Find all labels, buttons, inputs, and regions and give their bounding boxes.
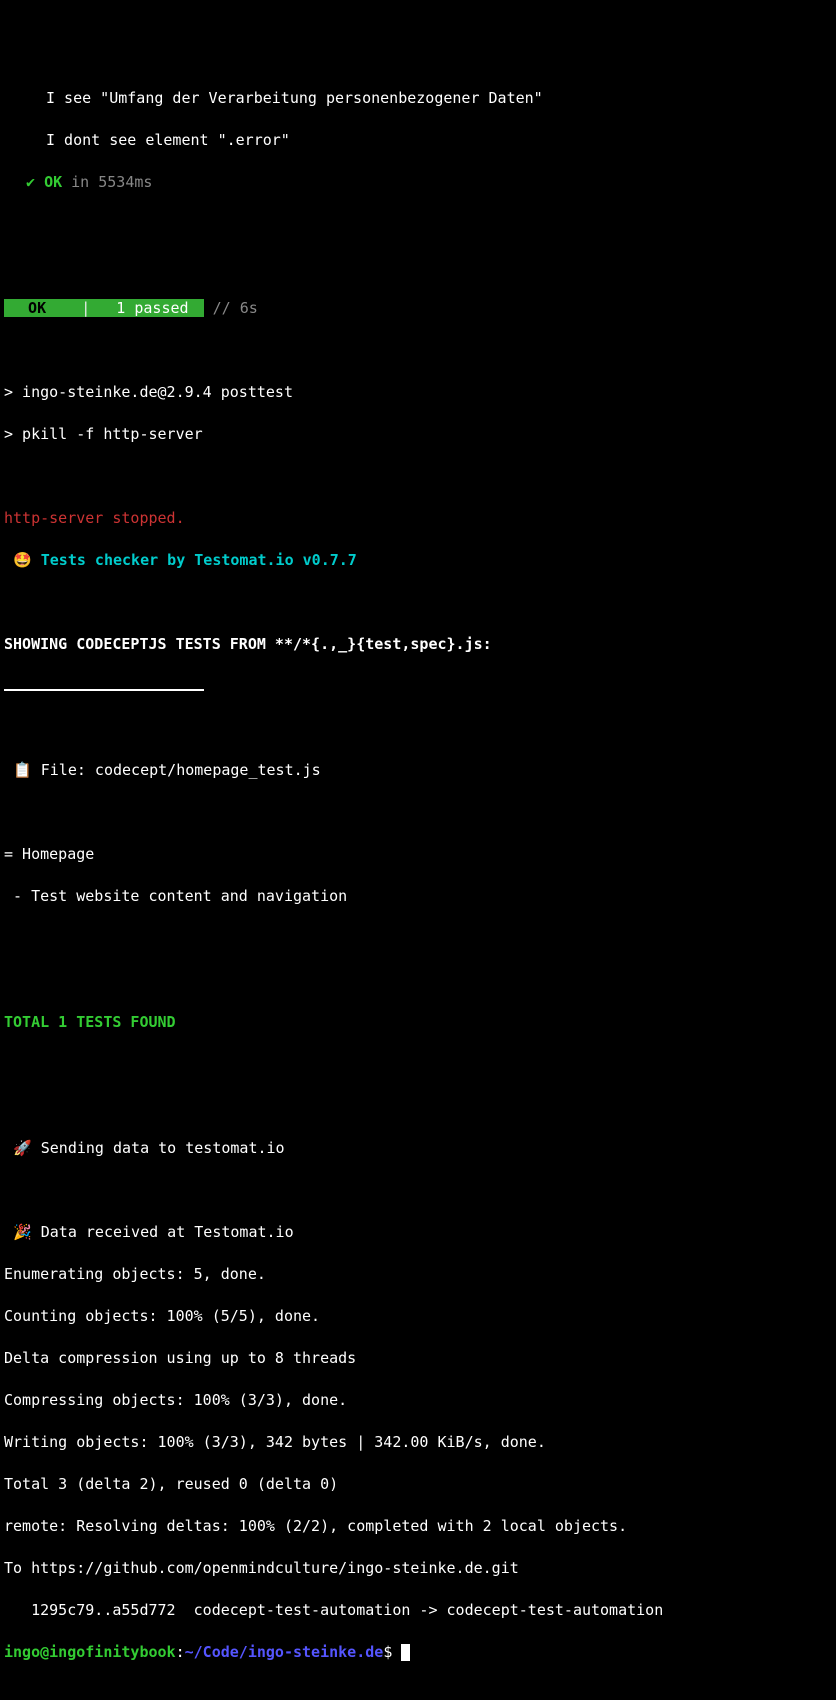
blank-line [4,592,832,613]
summary-separator: | [70,299,101,317]
http-stopped-line: http-server stopped. [4,508,832,529]
suite-test: - Test website content and navigation [4,886,832,907]
git-output-line: Total 3 (delta 2), reused 0 (delta 0) [4,1474,832,1495]
test-result-line: ✔ OK in 5534ms [4,172,832,193]
blank-line [4,1096,832,1117]
check-icon: ✔ [26,173,44,191]
sending-line: 🚀 Sending data to testomat.io [4,1138,832,1159]
rocket-icon: 🚀 [13,1139,32,1157]
blank-line [4,1180,832,1201]
prompt-path: ~/Code/ingo-steinke.de [185,1643,384,1661]
git-output-line: remote: Resolving deltas: 100% (2/2), co… [4,1516,832,1537]
tada-icon: 🎉 [13,1223,32,1241]
git-output-line: Writing objects: 100% (3/3), 342 bytes |… [4,1432,832,1453]
clipboard-icon: 📋 [13,761,32,779]
prompt-colon: : [176,1643,185,1661]
timing-text: in 5534ms [62,173,152,191]
total-tests-line: TOTAL 1 TESTS FOUND [4,1012,832,1033]
ok-badge: OK [4,299,70,317]
git-output-line: Delta compression using up to 8 threads [4,1348,832,1369]
showing-tests-line: SHOWING CODECEPTJS TESTS FROM **/*{.,_}{… [4,634,832,655]
blank-line [4,466,832,487]
blank-line [4,256,832,277]
blank-line [4,340,832,361]
git-output-line: Enumerating objects: 5, done. [4,1264,832,1285]
blank-line [4,1054,832,1075]
cursor[interactable] [401,1644,410,1661]
received-label: Data received at Testomat.io [32,1223,294,1241]
passed-badge: 1 passed [101,299,203,317]
underline-line [4,676,832,697]
prompt-line[interactable]: ingo@ingofinitybook:~/Code/ingo-steinke.… [4,1642,832,1663]
prompt-user-host: ingo@ingofinitybook [4,1643,176,1661]
suite-header: = Homepage [4,844,832,865]
posttest-line: > ingo-steinke.de@2.9.4 posttest [4,382,832,403]
blank-line [4,802,832,823]
blank-line [4,214,832,235]
testomat-checker-label: Tests checker by Testomat.io v0.7.7 [32,551,357,569]
blank-line [4,718,832,739]
file-line: 📋 File: codecept/homepage_test.js [4,760,832,781]
testomat-checker-line: 🤩 Tests checker by Testomat.io v0.7.7 [4,550,832,571]
sending-label: Sending data to testomat.io [32,1139,285,1157]
star-struck-icon: 🤩 [13,551,32,569]
git-output-line: Counting objects: 100% (5/5), done. [4,1306,832,1327]
ok-label: OK [44,173,62,191]
prompt-symbol: $ [383,1643,401,1661]
received-line: 🎉 Data received at Testomat.io [4,1222,832,1243]
git-output-line: Compressing objects: 100% (3/3), done. [4,1390,832,1411]
blank-line [4,928,832,949]
git-output-line: To https://github.com/openmindculture/in… [4,1558,832,1579]
divider [4,683,204,691]
git-output-line: 1295c79..a55d772 codecept-test-automatio… [4,1600,832,1621]
posttest-line: > pkill -f http-server [4,424,832,445]
blank-line [4,970,832,991]
file-label: File: codecept/homepage_test.js [32,761,321,779]
summary-line: OK | 1 passed // 6s [4,298,832,319]
test-step-line: I dont see element ".error" [4,130,832,151]
test-step-line: I see "Umfang der Verarbeitung personenb… [4,88,832,109]
summary-duration: // 6s [204,299,258,317]
